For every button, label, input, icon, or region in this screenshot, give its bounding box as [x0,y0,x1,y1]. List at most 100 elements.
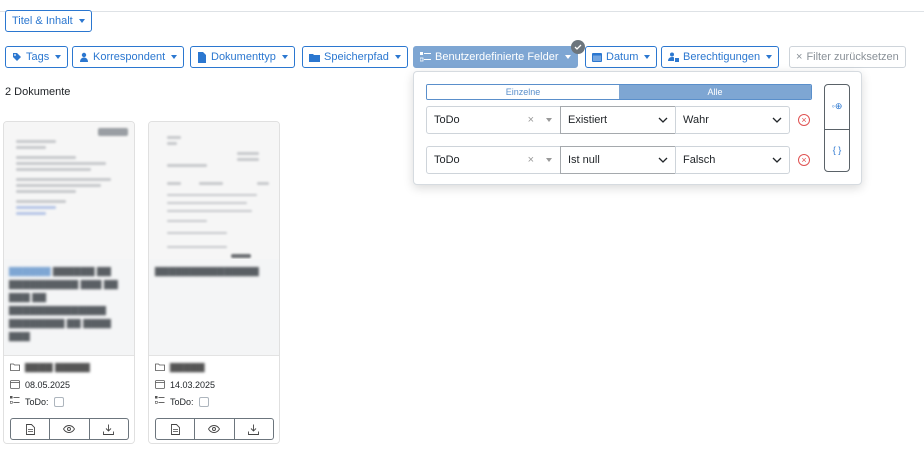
reset-filters-button[interactable]: × Filter zurücksetzen [789,46,906,68]
toolbar-divider [0,11,924,12]
storage-path-value: ▇▇▇▇▇ [170,362,205,372]
filter-custom-fields-label: Benutzerdefinierte Felder [435,51,559,63]
filter-correspondent-button[interactable]: Korrespondent [72,46,185,68]
filter-storage-path-label: Speicherpfad [324,51,389,63]
todo-checkbox[interactable] [53,396,64,407]
filter-correspondent-label: Korrespondent [93,51,166,63]
field-select[interactable]: ToDo × [426,146,561,174]
chevron-down-icon [55,55,62,59]
active-filter-check-badge [571,40,585,54]
document-date-value: 14.03.2025 [170,380,216,390]
person-icon [79,52,89,62]
document-card[interactable]: ▇▇▇▇▇▇ ▇▇▇▇▇▇ ▇▇ ▇▇▇▇▇▇▇▇▇▇ ▇▇▇ ▇▇ ▇▇▇ ▇… [3,121,135,444]
custom-field-label: ToDo: [170,396,194,407]
folder-icon [155,363,165,373]
add-expression-icon[interactable]: { } [825,145,849,155]
chevron-down-icon [546,158,552,162]
chevron-down-icon [281,55,288,59]
calendar-icon [592,52,602,62]
add-query-icon[interactable]: ◦⊕ [825,101,849,112]
calendar-icon [155,379,165,391]
custom-fields-query-panel: Einzelne Alle ToDo × Existiert Wahr × To… [413,71,862,185]
divider [825,129,849,130]
document-count: 2 Dokumente [5,86,71,98]
storage-path: ▇▇▇▇ ▇▇▇▇▇ [10,362,90,373]
storage-path: ▇▇▇▇▇ [155,362,205,373]
document-title-area: ▇▇▇▇▇▇ ▇▇▇▇▇▇ ▇▇ ▇▇▇▇▇▇▇▇▇▇ ▇▇▇ ▇▇ ▇▇▇ ▇… [4,259,134,355]
document-thumbnail[interactable] [4,122,134,259]
document-date: 08.05.2025 [10,379,70,391]
ui-checks-icon [10,396,20,407]
field-select-value: ToDo [434,154,460,166]
value-select[interactable]: Wahr [675,106,790,134]
document-footer: ▇▇▇▇▇ 14.03.2025 ToDo: [149,355,279,443]
document-card[interactable]: ▇▇▇▇▇▇▇▇▇▇▇▇▇▇▇ ▇▇▇▇▇ 14.03.2025 ToDo: [148,121,280,444]
download-icon [248,424,260,435]
remove-query-icon[interactable]: × [798,114,810,126]
chevron-down-icon [78,19,85,23]
operator-select[interactable]: Ist null [560,146,676,174]
operator-select[interactable]: Existiert [560,106,676,134]
filter-tags-button[interactable]: Tags [5,46,69,68]
operator-select-value: Ist null [568,154,600,166]
open-document-button[interactable] [11,419,49,439]
eye-icon [208,425,221,433]
filter-document-type-button[interactable]: Dokumenttyp [190,46,295,68]
filter-custom-fields-button[interactable]: Benutzerdefinierte Felder [413,46,578,68]
calendar-icon [10,379,20,391]
file-text-icon [170,423,180,435]
document-actions [10,418,129,440]
chevron-down-icon [658,157,668,163]
value-select-value: Wahr [683,114,709,126]
clear-icon[interactable]: × [528,114,534,126]
open-document-button[interactable] [156,419,194,439]
download-button[interactable] [233,419,273,439]
mode-option-single[interactable]: Einzelne [427,85,619,99]
remove-query-icon[interactable]: × [798,154,810,166]
document-title-area: ▇▇▇▇▇▇▇▇▇▇▇▇▇▇▇ [149,259,279,355]
custom-field-todo: ToDo: [155,396,209,407]
preview-button[interactable] [49,419,88,439]
document-footer: ▇▇▇▇ ▇▇▇▇▇ 08.05.2025 ToDo: [4,355,134,443]
storage-path-value: ▇▇▇▇ ▇▇▇▇▇ [25,362,90,372]
chevron-down-icon [171,55,178,59]
field-select-value: ToDo [434,114,460,126]
filter-document-type-label: Dokumenttyp [211,51,276,63]
ui-checks-icon [420,52,431,62]
ui-checks-icon [155,396,165,407]
document-date-value: 08.05.2025 [25,380,71,390]
query-row: ToDo × Existiert Wahr [426,106,790,134]
filter-date-button[interactable]: Datum [585,46,658,68]
filter-tags-label: Tags [26,51,50,63]
eye-icon [63,425,76,433]
filter-storage-path-button[interactable]: Speicherpfad [302,46,408,68]
filter-permissions-button[interactable]: Berechtigungen [661,46,780,68]
search-scope-label: Titel & Inhalt [12,15,73,27]
clear-icon[interactable]: × [528,154,534,166]
query-row: ToDo × Ist null Falsch [426,146,790,174]
download-icon [103,424,115,435]
document-actions [155,418,274,440]
query-mode-toggle: Einzelne Alle [426,84,812,100]
search-scope-dropdown[interactable]: Titel & Inhalt [5,10,92,32]
file-text-icon [25,423,35,435]
add-query-group: ◦⊕ { } [824,84,850,172]
file-icon [197,51,207,63]
todo-checkbox[interactable] [198,396,209,407]
download-button[interactable] [88,419,128,439]
preview-button[interactable] [194,419,233,439]
value-select[interactable]: Falsch [675,146,790,174]
chevron-down-icon [394,55,401,59]
folder-icon [309,53,320,62]
document-thumbnail[interactable] [149,122,279,259]
tag-icon [12,52,22,62]
close-icon: × [796,51,803,63]
custom-field-label: ToDo: [25,396,49,407]
filter-permissions-label: Berechtigungen [683,51,761,63]
operator-select-value: Existiert [568,114,608,126]
chevron-down-icon [658,117,668,123]
folder-icon [10,363,20,373]
chevron-down-icon [772,117,782,123]
mode-option-all[interactable]: Alle [619,85,811,99]
field-select[interactable]: ToDo × [426,106,561,134]
